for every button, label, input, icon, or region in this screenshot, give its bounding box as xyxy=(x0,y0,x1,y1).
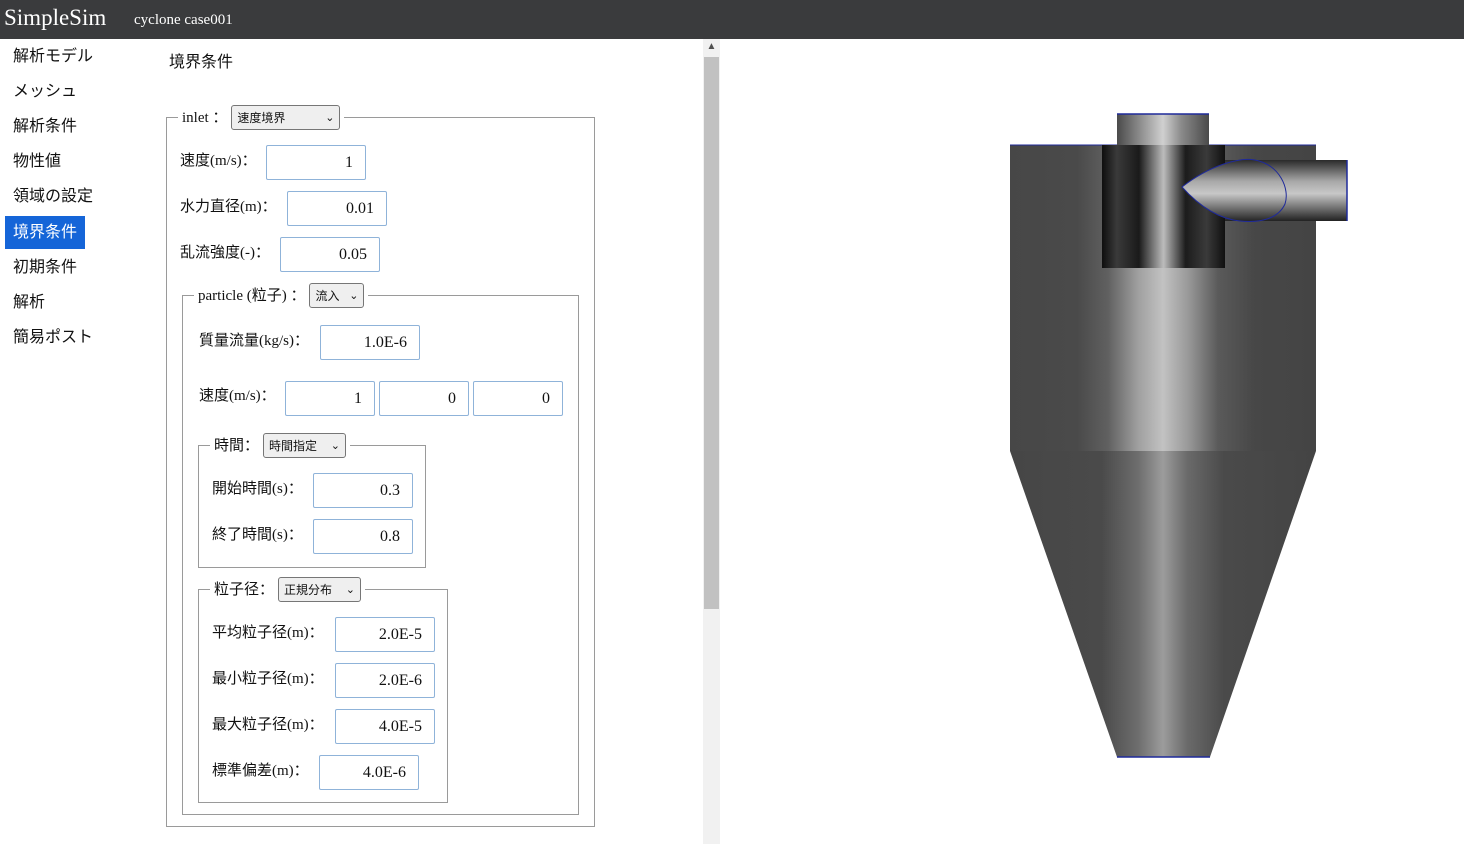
sidebar-item-solve[interactable]: 解析 xyxy=(5,286,53,319)
hydraulic-diameter-input[interactable] xyxy=(287,191,387,226)
max-diameter-label: 最大粒子径(m)： xyxy=(212,717,324,733)
particle-velocity-x-input[interactable] xyxy=(285,381,375,416)
chevron-down-icon: ⌄ xyxy=(330,438,341,452)
particle-type-value: 流入 xyxy=(315,288,340,303)
end-time-label: 終了時間(s)： xyxy=(212,527,303,543)
page-title: 境界条件 xyxy=(169,54,234,71)
particle-type-select[interactable]: 流入 ⌄ xyxy=(309,283,365,308)
time-type-value: 時間指定 xyxy=(269,438,318,453)
sidebar-item-boundary-conditions[interactable]: 境界条件 xyxy=(5,216,86,249)
cyclone-cone xyxy=(1010,451,1316,757)
form-scrollbar[interactable]: ▲ xyxy=(703,39,720,844)
end-time-input[interactable] xyxy=(313,519,413,554)
time-legend: 時間： 時間指定 ⌄ xyxy=(210,433,351,458)
inlet-label: inlet ： xyxy=(182,109,228,126)
diameter-type-select[interactable]: 正規分布 ⌄ xyxy=(278,577,362,602)
mass-flow-label: 質量流量(kg/s)： xyxy=(199,333,309,349)
sidebar-item-analysis-model[interactable]: 解析モデル xyxy=(5,40,101,73)
sidebar-nav: 解析モデル メッシュ 解析条件 物性値 領域の設定 境界条件 初期条件 解析 簡… xyxy=(0,39,160,844)
sidebar-item-region-settings[interactable]: 領域の設定 xyxy=(5,180,101,213)
particle-legend: particle (粒子) ： 流入 ⌄ xyxy=(194,283,369,308)
time-type-select[interactable]: 時間指定 ⌄ xyxy=(263,433,347,458)
hydraulic-diameter-label: 水力直径(m)： xyxy=(180,199,277,215)
mean-diameter-label: 平均粒子径(m)： xyxy=(212,625,324,641)
sidebar-item-simple-post[interactable]: 簡易ポスト xyxy=(5,321,101,354)
scroll-up-arrow-icon[interactable]: ▲ xyxy=(703,39,720,55)
start-time-label: 開始時間(s)： xyxy=(212,481,303,497)
chevron-down-icon: ⌄ xyxy=(349,288,359,302)
std-deviation-label: 標準偏差(m)： xyxy=(212,763,309,779)
boundary-form-panel: 境界条件 inlet ： 速度境界 ⌄ 速度(m/s)： 水力直径(m)： 乱流強… xyxy=(160,39,703,844)
start-time-input[interactable] xyxy=(313,473,413,508)
scroll-thumb[interactable] xyxy=(704,57,719,609)
outlet-pipe xyxy=(1117,114,1209,145)
particle-velocity-label: 速度(m/s)： xyxy=(199,388,276,404)
particle-velocity-y-input[interactable] xyxy=(379,381,469,416)
min-diameter-input[interactable] xyxy=(335,663,435,698)
model-viewport[interactable] xyxy=(720,39,1464,844)
diameter-label: 粒子径： xyxy=(214,581,275,598)
sidebar-item-mesh[interactable]: メッシュ xyxy=(5,75,85,108)
case-title: cyclone case001 xyxy=(134,12,233,28)
diameter-type-value: 正規分布 xyxy=(284,582,333,597)
chevron-down-icon: ⌄ xyxy=(345,582,356,596)
sidebar-item-material-properties[interactable]: 物性値 xyxy=(5,145,69,178)
inlet-type-select[interactable]: 速度境界 ⌄ xyxy=(231,105,341,130)
std-deviation-input[interactable] xyxy=(319,755,419,790)
sidebar-item-analysis-conditions[interactable]: 解析条件 xyxy=(5,110,85,143)
inlet-velocity-input[interactable] xyxy=(266,145,366,180)
cyclone-model xyxy=(1010,113,1348,758)
mean-diameter-input[interactable] xyxy=(335,617,435,652)
time-label: 時間： xyxy=(214,437,260,454)
diameter-legend: 粒子径： 正規分布 ⌄ xyxy=(210,577,366,602)
sidebar-item-initial-conditions[interactable]: 初期条件 xyxy=(5,251,85,284)
inlet-legend: inlet ： 速度境界 ⌄ xyxy=(178,105,345,130)
max-diameter-input[interactable] xyxy=(335,709,435,744)
turbulence-intensity-label: 乱流強度(-)： xyxy=(180,245,270,261)
inlet-type-value: 速度境界 xyxy=(237,110,286,125)
min-diameter-label: 最小粒子径(m)： xyxy=(212,671,324,687)
app-title: SimpleSim xyxy=(4,5,107,30)
mass-flow-input[interactable] xyxy=(320,325,420,360)
chevron-down-icon: ⌄ xyxy=(325,110,335,124)
particle-velocity-z-input[interactable] xyxy=(473,381,563,416)
turbulence-intensity-input[interactable] xyxy=(280,237,380,272)
particle-label: particle (粒子) ： xyxy=(198,287,306,304)
top-bar: SimpleSim cyclone case001 xyxy=(0,0,1464,39)
inlet-velocity-label: 速度(m/s)： xyxy=(180,153,257,169)
